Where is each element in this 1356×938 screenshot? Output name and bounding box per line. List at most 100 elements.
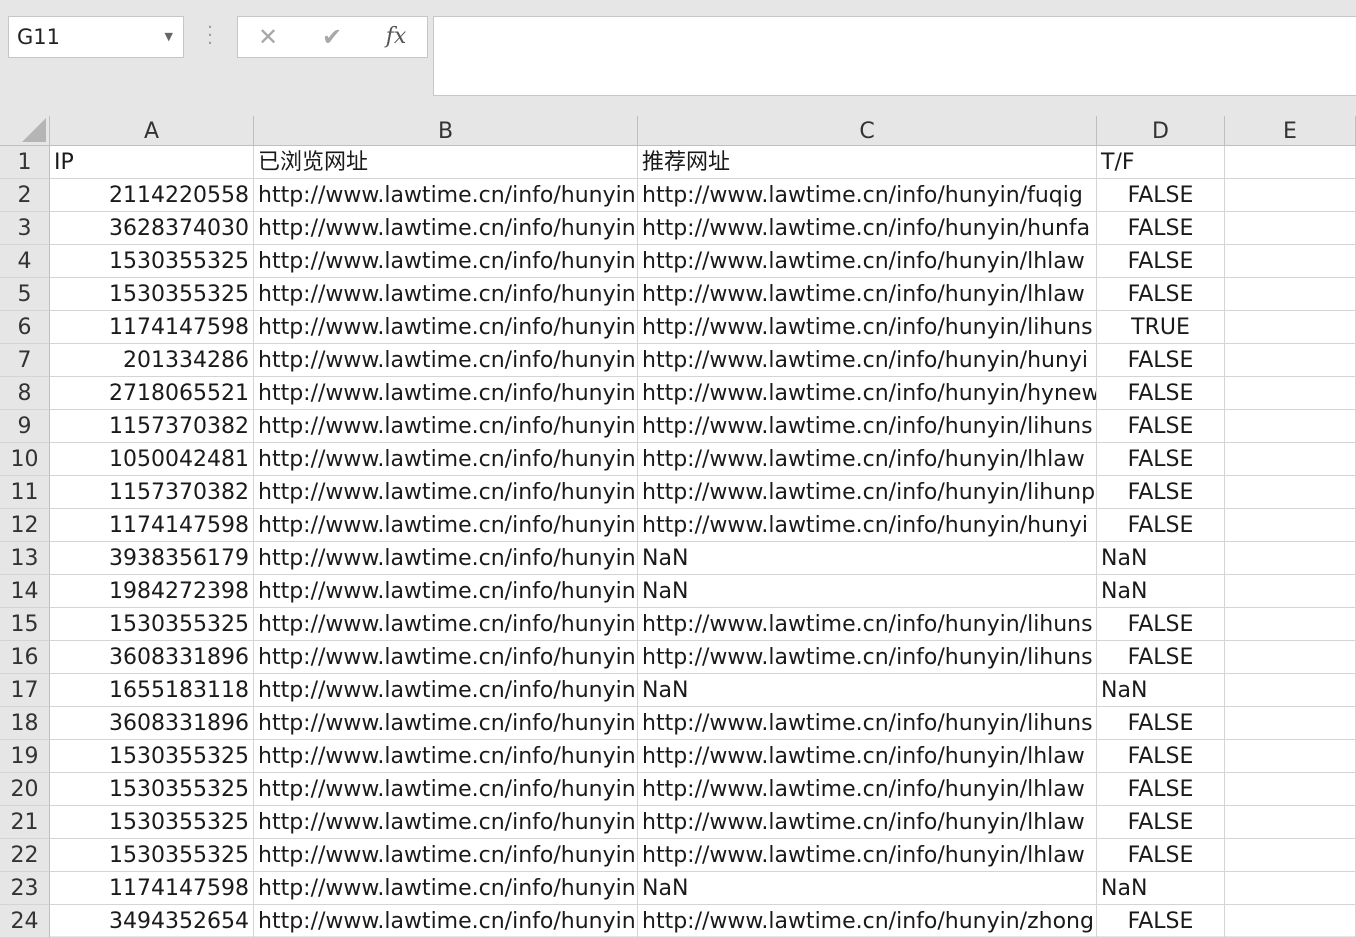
cell-viewed-url[interactable]: http://www.lawtime.cn/info/hunyin <box>254 377 638 410</box>
cell-viewed-url[interactable]: http://www.lawtime.cn/info/hunyin <box>254 806 638 839</box>
cell-viewed-url[interactable]: http://www.lawtime.cn/info/hunyin <box>254 641 638 674</box>
cell-recommended-url[interactable]: NaN <box>638 872 1097 905</box>
cell-viewed-url[interactable]: http://www.lawtime.cn/info/hunyin <box>254 278 638 311</box>
cell-tf[interactable]: NaN <box>1097 674 1225 707</box>
cell-tf[interactable]: FALSE <box>1097 641 1225 674</box>
row-header[interactable]: 16 <box>0 641 50 674</box>
row-header[interactable]: 23 <box>0 872 50 905</box>
cell-tf[interactable]: FALSE <box>1097 278 1225 311</box>
cell-tf[interactable]: NaN <box>1097 542 1225 575</box>
cell-tf[interactable]: FALSE <box>1097 245 1225 278</box>
name-box[interactable]: G11 ▼ <box>8 16 184 58</box>
cell-empty[interactable] <box>1225 872 1356 905</box>
cell-tf[interactable]: NaN <box>1097 872 1225 905</box>
cell-ip[interactable]: 1157370382 <box>50 476 254 509</box>
cell-empty[interactable] <box>1225 146 1356 179</box>
check-icon[interactable]: ✔ <box>312 21 352 53</box>
row-header[interactable]: 19 <box>0 740 50 773</box>
cell-recommended-url[interactable]: http://www.lawtime.cn/info/hunyin/lhlaw <box>638 278 1097 311</box>
cell-viewed-url[interactable]: http://www.lawtime.cn/info/hunyin <box>254 608 638 641</box>
cell-viewed-url[interactable]: http://www.lawtime.cn/info/hunyin <box>254 443 638 476</box>
cell-recommended-url[interactable]: http://www.lawtime.cn/info/hunyin/zhong <box>638 905 1097 938</box>
row-header[interactable]: 3 <box>0 212 50 245</box>
cell-ip[interactable]: 1174147598 <box>50 311 254 344</box>
cell-recommended-url[interactable]: 推荐网址 <box>638 146 1097 179</box>
cell-tf[interactable]: FALSE <box>1097 212 1225 245</box>
cell-ip[interactable]: 3494352654 <box>50 905 254 938</box>
cell-empty[interactable] <box>1225 344 1356 377</box>
cell-recommended-url[interactable]: http://www.lawtime.cn/info/hunyin/lihuns <box>638 707 1097 740</box>
cell-empty[interactable] <box>1225 245 1356 278</box>
row-header[interactable]: 12 <box>0 509 50 542</box>
cell-tf[interactable]: FALSE <box>1097 443 1225 476</box>
cell-recommended-url[interactable]: http://www.lawtime.cn/info/hunyin/lhlaw <box>638 443 1097 476</box>
cell-ip[interactable]: 1530355325 <box>50 839 254 872</box>
row-header[interactable]: 4 <box>0 245 50 278</box>
cell-ip[interactable]: 1655183118 <box>50 674 254 707</box>
row-header[interactable]: 2 <box>0 179 50 212</box>
cell-viewed-url[interactable]: http://www.lawtime.cn/info/hunyin <box>254 179 638 212</box>
row-header[interactable]: 10 <box>0 443 50 476</box>
cell-recommended-url[interactable]: http://www.lawtime.cn/info/hunyin/fuqig <box>638 179 1097 212</box>
cell-ip[interactable]: 1157370382 <box>50 410 254 443</box>
cell-empty[interactable] <box>1225 740 1356 773</box>
cell-viewed-url[interactable]: http://www.lawtime.cn/info/hunyin <box>254 707 638 740</box>
cell-tf[interactable]: FALSE <box>1097 377 1225 410</box>
cell-empty[interactable] <box>1225 773 1356 806</box>
cell-ip[interactable]: 1174147598 <box>50 509 254 542</box>
cell-tf[interactable]: FALSE <box>1097 740 1225 773</box>
cell-ip[interactable]: 3608331896 <box>50 641 254 674</box>
cell-tf[interactable]: FALSE <box>1097 509 1225 542</box>
row-header[interactable]: 6 <box>0 311 50 344</box>
cell-recommended-url[interactable]: http://www.lawtime.cn/info/hunyin/hunfa <box>638 212 1097 245</box>
column-header-b[interactable]: B <box>254 116 638 146</box>
cell-tf[interactable]: NaN <box>1097 575 1225 608</box>
cell-tf[interactable]: FALSE <box>1097 179 1225 212</box>
cell-viewed-url[interactable]: http://www.lawtime.cn/info/hunyin <box>254 575 638 608</box>
cell-empty[interactable] <box>1225 707 1356 740</box>
cell-tf[interactable]: FALSE <box>1097 476 1225 509</box>
row-header[interactable]: 21 <box>0 806 50 839</box>
cell-tf[interactable]: FALSE <box>1097 707 1225 740</box>
cell-viewed-url[interactable]: http://www.lawtime.cn/info/hunyin <box>254 344 638 377</box>
cell-ip[interactable]: 1174147598 <box>50 872 254 905</box>
cell-ip[interactable]: 1530355325 <box>50 608 254 641</box>
cell-recommended-url[interactable]: http://www.lawtime.cn/info/hunyin/lhlaw <box>638 806 1097 839</box>
cell-empty[interactable] <box>1225 575 1356 608</box>
cell-viewed-url[interactable]: http://www.lawtime.cn/info/hunyin <box>254 542 638 575</box>
cell-empty[interactable] <box>1225 179 1356 212</box>
row-header[interactable]: 9 <box>0 410 50 443</box>
cell-recommended-url[interactable]: NaN <box>638 674 1097 707</box>
row-header[interactable]: 11 <box>0 476 50 509</box>
cell-recommended-url[interactable]: NaN <box>638 575 1097 608</box>
cell-ip[interactable]: 1530355325 <box>50 740 254 773</box>
cell-empty[interactable] <box>1225 311 1356 344</box>
cell-ip[interactable]: 1050042481 <box>50 443 254 476</box>
cell-empty[interactable] <box>1225 905 1356 938</box>
cell-tf[interactable]: FALSE <box>1097 410 1225 443</box>
cell-empty[interactable] <box>1225 410 1356 443</box>
cell-ip[interactable]: 1530355325 <box>50 278 254 311</box>
cell-viewed-url[interactable]: http://www.lawtime.cn/info/hunyin <box>254 311 638 344</box>
cell-ip[interactable]: 1530355325 <box>50 773 254 806</box>
cell-recommended-url[interactable]: http://www.lawtime.cn/info/hunyin/lhlaw <box>638 839 1097 872</box>
column-header-e[interactable]: E <box>1225 116 1356 146</box>
cell-ip[interactable]: 1530355325 <box>50 806 254 839</box>
cell-viewed-url[interactable]: 已浏览网址 <box>254 146 638 179</box>
drag-handle-icon[interactable]: · · · <box>203 19 217 53</box>
cell-tf[interactable]: FALSE <box>1097 839 1225 872</box>
cell-viewed-url[interactable]: http://www.lawtime.cn/info/hunyin <box>254 839 638 872</box>
cell-tf[interactable]: FALSE <box>1097 773 1225 806</box>
cell-viewed-url[interactable]: http://www.lawtime.cn/info/hunyin <box>254 476 638 509</box>
cell-viewed-url[interactable]: http://www.lawtime.cn/info/hunyin <box>254 773 638 806</box>
cell-empty[interactable] <box>1225 674 1356 707</box>
cell-ip[interactable]: 201334286 <box>50 344 254 377</box>
row-header[interactable]: 15 <box>0 608 50 641</box>
row-header[interactable]: 14 <box>0 575 50 608</box>
cell-ip[interactable]: IP <box>50 146 254 179</box>
cell-ip[interactable]: 3628374030 <box>50 212 254 245</box>
cell-empty[interactable] <box>1225 806 1356 839</box>
cell-viewed-url[interactable]: http://www.lawtime.cn/info/hunyin <box>254 872 638 905</box>
cell-recommended-url[interactable]: http://www.lawtime.cn/info/hunyin/lhlaw <box>638 740 1097 773</box>
cancel-icon[interactable]: ✕ <box>248 21 288 53</box>
